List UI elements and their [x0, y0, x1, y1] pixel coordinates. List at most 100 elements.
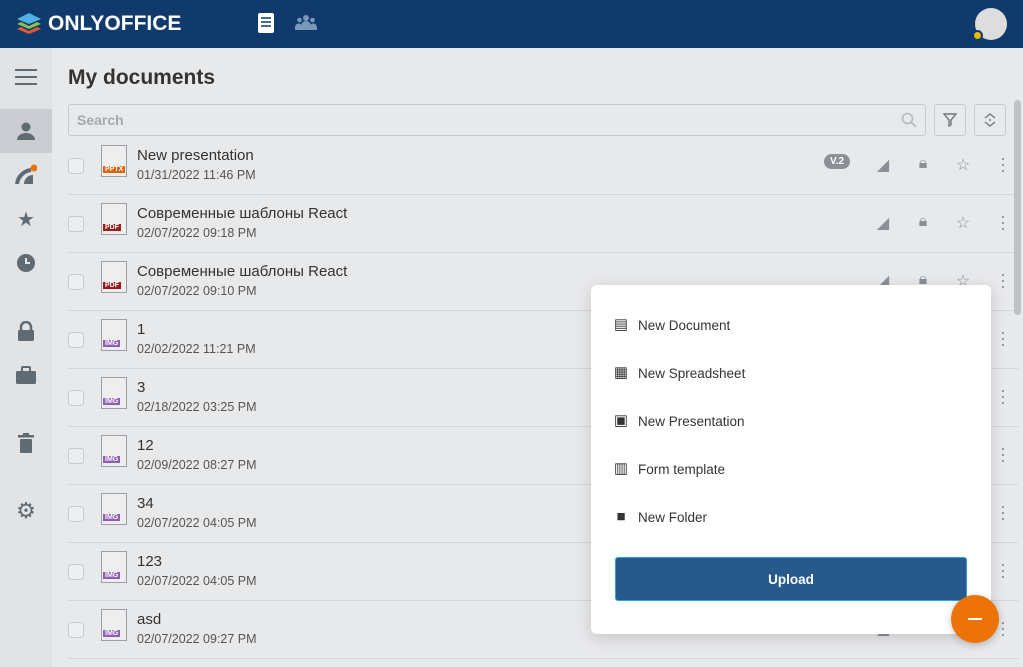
form-icon: ▥ — [613, 460, 629, 477]
sidebar-item-shared[interactable] — [0, 153, 52, 197]
star-icon[interactable]: ☆ — [943, 155, 983, 175]
file-name[interactable]: 1 — [137, 321, 145, 338]
row-checkbox[interactable] — [68, 332, 84, 348]
more-options-icon[interactable]: · · · — [999, 555, 1007, 585]
page-title: My documents — [68, 66, 216, 89]
row-checkbox[interactable] — [68, 216, 84, 232]
menu-item-form-template[interactable]: ▥ Form template — [613, 461, 725, 477]
top-bar: ONLYOFFICE — [0, 0, 1023, 48]
sidebar-item-trash[interactable] — [0, 421, 52, 465]
more-options-icon[interactable]: · · · — [999, 613, 1007, 643]
people-icon[interactable] — [295, 12, 317, 34]
file-row[interactable]: PDF Современные шаблоны React 02/07/2022… — [68, 195, 1018, 253]
menu-label: New Presentation — [638, 413, 745, 429]
file-name[interactable]: 3 — [137, 379, 145, 396]
sidebar-item-my-documents[interactable] — [0, 109, 52, 153]
sidebar-item-private[interactable] — [0, 309, 52, 353]
row-checkbox[interactable] — [68, 622, 84, 638]
logo[interactable]: ONLYOFFICE — [16, 11, 181, 37]
documents-icon[interactable] — [255, 12, 277, 34]
file-name[interactable]: asd — [137, 611, 161, 628]
more-options-icon[interactable]: · · · — [999, 207, 1007, 237]
sort-icon — [984, 113, 996, 127]
more-options-icon[interactable]: · · · — [999, 439, 1007, 469]
file-name[interactable]: 123 — [137, 553, 162, 570]
sidebar-item-recent[interactable] — [0, 241, 52, 285]
search-input[interactable]: Search — [68, 104, 926, 136]
new-item-menu: ▤ New Document ▦ New Spreadsheet ▣ New Pres… — [591, 285, 991, 634]
person-icon — [17, 122, 35, 140]
row-checkbox[interactable] — [68, 448, 84, 464]
briefcase-icon — [16, 366, 36, 384]
file-date: 02/07/2022 09:27 PM — [137, 632, 257, 646]
file-date: 02/07/2022 04:05 PM — [137, 516, 257, 530]
file-type-icon: IMG — [101, 319, 127, 351]
row-checkbox[interactable] — [68, 274, 84, 290]
file-date: 02/09/2022 08:27 PM — [137, 458, 257, 472]
more-options-icon[interactable]: · · · — [999, 265, 1007, 295]
logo-icon — [17, 13, 41, 34]
close-menu-button[interactable] — [951, 595, 999, 643]
upload-button[interactable]: Upload — [615, 557, 967, 601]
menu-icon[interactable] — [0, 55, 52, 99]
file-date: 02/02/2022 11:21 PM — [137, 342, 256, 356]
avatar-badge — [972, 30, 983, 41]
file-type-label: IMG — [103, 340, 121, 347]
lock-icon — [18, 321, 34, 341]
lock-icon[interactable]: 🔒︎ — [903, 213, 943, 233]
row-checkbox[interactable] — [68, 158, 84, 174]
sidebar-item-settings[interactable]: ⚙ — [0, 489, 52, 533]
menu-item-new-presentation[interactable]: ▣ New Presentation — [613, 413, 745, 429]
lock-icon[interactable]: 🔒︎ — [903, 155, 943, 175]
brand-name: ONLYOFFICE — [48, 12, 182, 35]
menu-item-new-spreadsheet[interactable]: ▦ New Spreadsheet — [613, 365, 745, 381]
spreadsheet-icon: ▦ — [613, 364, 629, 381]
presentation-icon: ▣ — [613, 412, 629, 429]
sidebar-item-projects[interactable] — [0, 353, 52, 397]
menu-item-new-folder[interactable]: ■ New Folder — [613, 509, 707, 525]
star-icon[interactable]: ☆ — [943, 213, 983, 233]
share-icon[interactable]: ◢ — [863, 155, 903, 175]
feed-icon — [15, 164, 37, 185]
file-name[interactable]: New presentation — [137, 147, 254, 164]
file-name[interactable]: Современные шаблоны React — [137, 263, 347, 280]
file-type-icon: PPTX — [101, 145, 127, 177]
row-checkbox[interactable] — [68, 564, 84, 580]
folder-icon: ■ — [616, 508, 626, 525]
filter-icon — [943, 113, 957, 127]
filter-button[interactable] — [934, 104, 966, 136]
file-type-icon: IMG — [101, 609, 127, 641]
row-checkbox[interactable] — [68, 390, 84, 406]
file-type-icon: IMG — [101, 493, 127, 525]
menu-item-new-document[interactable]: ▤ New Document — [613, 317, 730, 333]
menu-label: New Document — [638, 317, 731, 333]
menu-label: New Spreadsheet — [638, 365, 746, 381]
file-type-label: IMG — [103, 398, 121, 405]
file-date: 02/07/2022 04:05 PM — [137, 574, 257, 588]
sidebar-item-favorites[interactable]: ★ — [0, 197, 52, 241]
file-name[interactable]: Современные шаблоны React — [137, 205, 347, 222]
row-checkbox[interactable] — [68, 506, 84, 522]
search-placeholder: Search — [77, 112, 124, 128]
version-badge[interactable]: V.2 — [824, 154, 851, 169]
file-type-icon: IMG — [101, 435, 127, 467]
search-icon[interactable] — [901, 112, 917, 128]
more-options-icon[interactable]: · · · — [999, 323, 1007, 353]
menu-label: Form template — [638, 461, 726, 477]
share-icon[interactable]: ◢ — [863, 213, 903, 233]
scrollbar[interactable] — [1014, 100, 1021, 315]
more-options-icon[interactable]: · · · — [999, 149, 1007, 179]
menu-label: New Folder — [638, 509, 708, 525]
file-type-icon: PDF — [101, 203, 127, 235]
file-name[interactable]: 34 — [137, 495, 154, 512]
more-options-icon[interactable]: · · · — [999, 497, 1007, 527]
file-type-icon: PDF — [101, 261, 127, 293]
file-row[interactable]: PPTX New presentation 01/31/2022 11:46 P… — [68, 137, 1018, 195]
star-icon: ★ — [17, 208, 35, 231]
file-type-icon: IMG — [101, 551, 127, 583]
file-type-label: IMG — [103, 456, 121, 463]
file-name[interactable]: 12 — [137, 437, 154, 454]
sort-button[interactable] — [974, 104, 1006, 136]
more-options-icon[interactable]: · · · — [999, 381, 1007, 411]
avatar[interactable] — [972, 8, 1007, 41]
